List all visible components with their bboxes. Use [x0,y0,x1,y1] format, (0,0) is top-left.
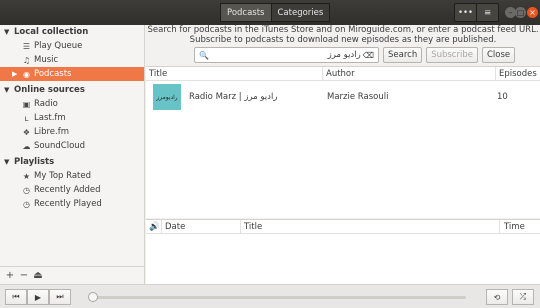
expand-triangle-icon: ▼ [4,158,10,166]
sidebar: ▼ Local collection ☰ Play Queue ♫ Music ▶ ◉ P… [0,25,145,284]
column-episodes[interactable]: Episodes [496,67,540,81]
sidebar-item-soundcloud[interactable]: ☁ SoundCloud [0,139,144,153]
search-icon: 🔍 [199,50,209,60]
music-icon: ♫ [22,55,31,65]
more-icon: ••• [457,7,474,18]
sidebar-item-recently-added[interactable]: ◷ Recently Added [0,183,144,197]
volume-icon: 🔊 [146,219,162,234]
sidebar-item-recently-played[interactable]: ◷ Recently Played [0,197,144,211]
search-info-text: Search for podcasts in the iTunes Store … [147,25,539,45]
header-bar: Podcasts Categories ••• ≡ – □ × [0,0,540,25]
maximize-button[interactable]: □ [515,7,526,18]
next-icon: ⏭ [56,292,64,301]
podcast-episodes: 10 [497,92,508,102]
sidebar-item-radio[interactable]: ▣ Radio [0,97,144,111]
close-icon: × [529,7,536,17]
remove-icon[interactable]: − [18,270,30,282]
sidebar-group-local-collection[interactable]: ▼ Local collection [0,25,144,39]
sidebar-item-librefm[interactable]: ❖ Libre.fm [0,125,144,139]
repeat-button[interactable]: ⟲ [486,289,508,305]
librefm-icon: ❖ [22,127,31,137]
sidebar-footer: + − ⏏ [0,266,145,284]
sidebar-group-playlists[interactable]: ▼ Playlists [0,155,144,169]
clear-icon[interactable]: ⌫ [363,51,374,60]
search-row: 🔍 ⌫ Search Subscribe Close [194,47,516,63]
previous-button[interactable]: ⏮ [5,289,27,305]
lastfm-icon: ʟ [24,113,29,123]
expand-triangle-icon: ▼ [4,28,10,36]
menu-button[interactable]: ≡ [476,3,499,22]
hamburger-icon: ≡ [483,7,492,18]
tab-podcasts[interactable]: Podcasts [220,3,272,22]
clock-icon: ◷ [23,185,30,195]
radio-icon: ▣ [22,99,31,109]
episode-table: 🔊 Date Title Time [146,219,540,284]
more-button[interactable]: ••• [454,3,477,22]
table-row[interactable]: رادیومرز Radio Marz | رادیو مرز Marzie R… [146,82,540,112]
column-date[interactable]: Date [162,219,241,234]
table-header: Title Author Episodes [146,66,540,81]
column-author[interactable]: Author [323,66,496,81]
sidebar-item-podcasts[interactable]: ▶ ◉ Podcasts [0,67,144,81]
player-bar: ⏮ ▶ ⏭ ⟲ ⤮ [0,284,540,308]
sidebar-item-music[interactable]: ♫ Music [0,53,144,67]
podcast-search-panel: Search for podcasts in the iTunes Store … [146,25,540,284]
column-title[interactable]: Title [146,66,323,81]
close-window-button[interactable]: × [527,7,538,18]
queue-icon: ☰ [22,41,31,51]
sidebar-group-online-sources[interactable]: ▼ Online sources [0,83,144,97]
podcast-results-table: Title Author Episodes رادیومرز Radio Mar… [146,66,540,218]
podcast-icon: ◉ [23,69,30,79]
next-button[interactable]: ⏭ [49,289,71,305]
expand-triangle-icon: ▼ [4,86,10,94]
view-switcher: Podcasts Categories [220,3,331,22]
star-icon: ★ [22,171,31,181]
search-field[interactable]: 🔍 ⌫ [194,47,379,63]
sidebar-item-lastfm[interactable]: ʟ Last.fm [0,111,144,125]
search-input[interactable] [209,50,361,60]
eject-icon[interactable]: ⏏ [32,270,44,282]
previous-icon: ⏮ [12,292,20,301]
soundcloud-icon: ☁ [22,141,31,151]
play-icon: ▶ [34,292,42,302]
shuffle-icon: ⤮ [519,292,527,301]
add-icon[interactable]: + [4,270,16,282]
sidebar-item-my-top-rated[interactable]: ★ My Top Rated [0,169,144,183]
minimize-icon: – [508,7,513,17]
column-title[interactable]: Title [241,219,500,234]
podcast-thumbnail: رادیومرز [153,84,181,110]
play-button[interactable]: ▶ [27,289,49,305]
seek-handle[interactable] [88,292,98,302]
close-button[interactable]: Close [481,47,516,63]
search-button[interactable]: Search [383,47,423,63]
tab-categories[interactable]: Categories [270,3,331,22]
caret-right-icon: ▶ [12,70,18,78]
clock-icon: ◷ [23,199,30,209]
column-time[interactable]: Time [500,220,540,234]
repeat-icon: ⟲ [493,292,501,302]
sidebar-item-play-queue[interactable]: ☰ Play Queue [0,39,144,53]
podcast-author: Marzie Rasouli [327,92,389,102]
seek-slider[interactable] [92,296,466,299]
subscribe-button[interactable]: Subscribe [426,47,478,63]
shuffle-button[interactable]: ⤮ [512,289,534,305]
maximize-icon: □ [516,7,525,17]
episode-header: 🔊 Date Title Time [146,219,540,234]
podcast-title: Radio Marz | رادیو مرز [189,92,278,102]
